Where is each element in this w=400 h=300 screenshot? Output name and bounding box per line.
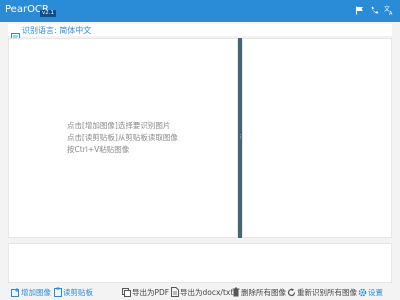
add-image-button[interactable]: 增加图像 — [11, 285, 51, 299]
bottom-toolbar: 增加图像 读剪贴板 导出为PDF 导出为docx/txt 删除所有图像 重新识别… — [0, 284, 400, 300]
export-pdf-label: 导出为PDF — [132, 287, 170, 297]
gear-icon — [358, 287, 367, 297]
language-label[interactable]: 识别语言: 简体中文 — [22, 25, 91, 36]
phone-icon[interactable] — [369, 5, 379, 15]
version-badge: v2.1 — [40, 10, 57, 17]
export-docx-label: 导出为docx/txt — [180, 287, 234, 297]
settings-label: 设置 — [368, 287, 383, 297]
translate-icon[interactable]: 文A — [384, 5, 394, 15]
delete-all-button[interactable]: 删除所有图像 — [231, 285, 286, 299]
document-icon — [170, 287, 179, 297]
read-clipboard-label: 读剪贴板 — [63, 287, 93, 297]
result-text-area[interactable] — [8, 243, 392, 283]
delete-all-label: 删除所有图像 — [241, 287, 286, 297]
language-bar[interactable]: 识别语言: 简体中文 — [8, 24, 392, 41]
settings-button[interactable]: 设置 — [358, 285, 383, 299]
flag-icon[interactable] — [354, 5, 364, 15]
trash-icon — [231, 287, 240, 297]
hint-paste: 按Ctrl+V粘贴图像 — [67, 145, 130, 154]
read-clipboard-button[interactable]: 读剪贴板 — [53, 285, 93, 299]
hint-add-image: 点击[增加图像]选择要识别图片 — [67, 121, 171, 130]
top-bar: PearOCR v2.1 文A — [0, 0, 400, 22]
add-image-label: 增加图像 — [21, 287, 51, 297]
export-docx-button[interactable]: 导出为docx/txt — [170, 285, 233, 299]
clipboard-icon — [53, 287, 62, 297]
rerecognize-label: 重新识别所有图像 — [297, 287, 357, 297]
export-pdf-icon — [122, 287, 131, 297]
rerecognize-button[interactable]: 重新识别所有图像 — [287, 285, 357, 299]
text-panel[interactable] — [242, 38, 392, 238]
export-pdf-button[interactable]: 导出为PDF — [122, 285, 169, 299]
svg-text:A: A — [389, 11, 393, 15]
language-icon — [11, 26, 20, 41]
hint-clipboard: 点击[读剪贴板]从剪贴板读取图像 — [67, 133, 178, 142]
refresh-icon — [287, 287, 296, 297]
add-image-icon — [11, 287, 20, 297]
